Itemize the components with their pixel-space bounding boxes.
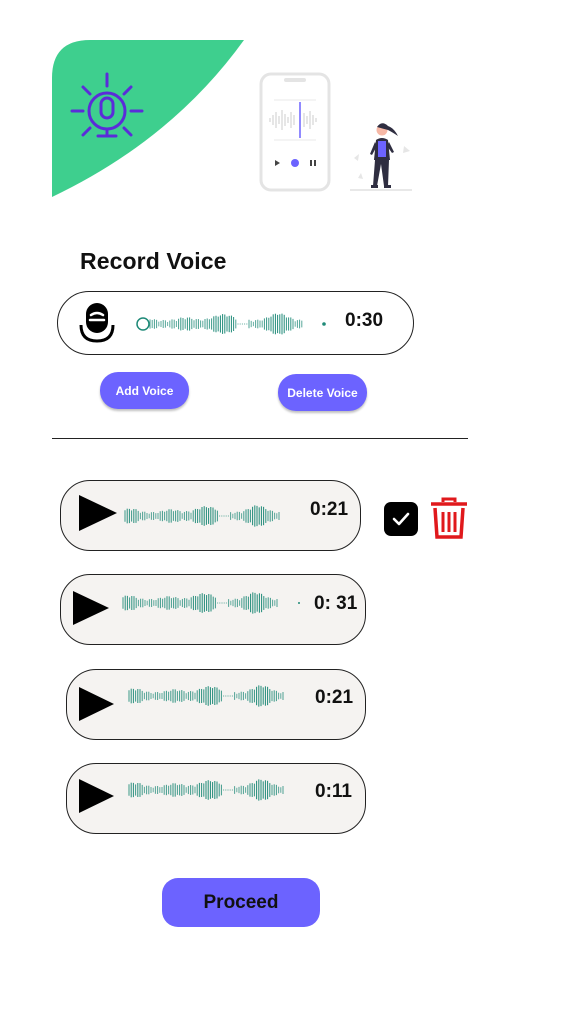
- recording-duration: 0: 31: [314, 593, 358, 614]
- select-checkbox[interactable]: [384, 502, 418, 536]
- play-icon[interactable]: [73, 591, 109, 625]
- waveform: [122, 592, 300, 614]
- recording-item[interactable]: 0:21: [60, 480, 361, 551]
- play-icon[interactable]: [79, 687, 114, 721]
- play-icon[interactable]: [79, 779, 114, 813]
- phone-illustration: [259, 72, 331, 192]
- recording-duration: 0:11: [315, 781, 352, 802]
- microphone-icon[interactable]: [78, 301, 116, 345]
- recording-duration: 0:21: [315, 687, 354, 708]
- checkmark-icon: [392, 512, 410, 526]
- recording-item[interactable]: 0:11: [66, 763, 366, 834]
- proceed-button[interactable]: Proceed: [162, 878, 320, 927]
- recording-item[interactable]: 0: 31: [60, 574, 366, 645]
- waveform: [128, 779, 284, 801]
- recorder-duration: 0:30: [345, 310, 384, 331]
- page-title: Record Voice: [80, 248, 227, 274]
- trash-icon[interactable]: [429, 497, 469, 539]
- delete-voice-button[interactable]: Delete Voice: [278, 374, 367, 411]
- divider: [52, 438, 468, 439]
- waveform: [128, 685, 284, 707]
- hero-banner: [52, 40, 244, 197]
- recorder-waveform: [136, 313, 326, 335]
- recording-item[interactable]: 0:21: [66, 669, 366, 740]
- recording-duration: 0:21: [310, 499, 349, 520]
- waveform: [124, 505, 280, 527]
- add-voice-button[interactable]: Add Voice: [100, 372, 189, 409]
- woman-illustration: [350, 123, 412, 191]
- play-icon[interactable]: [79, 495, 117, 531]
